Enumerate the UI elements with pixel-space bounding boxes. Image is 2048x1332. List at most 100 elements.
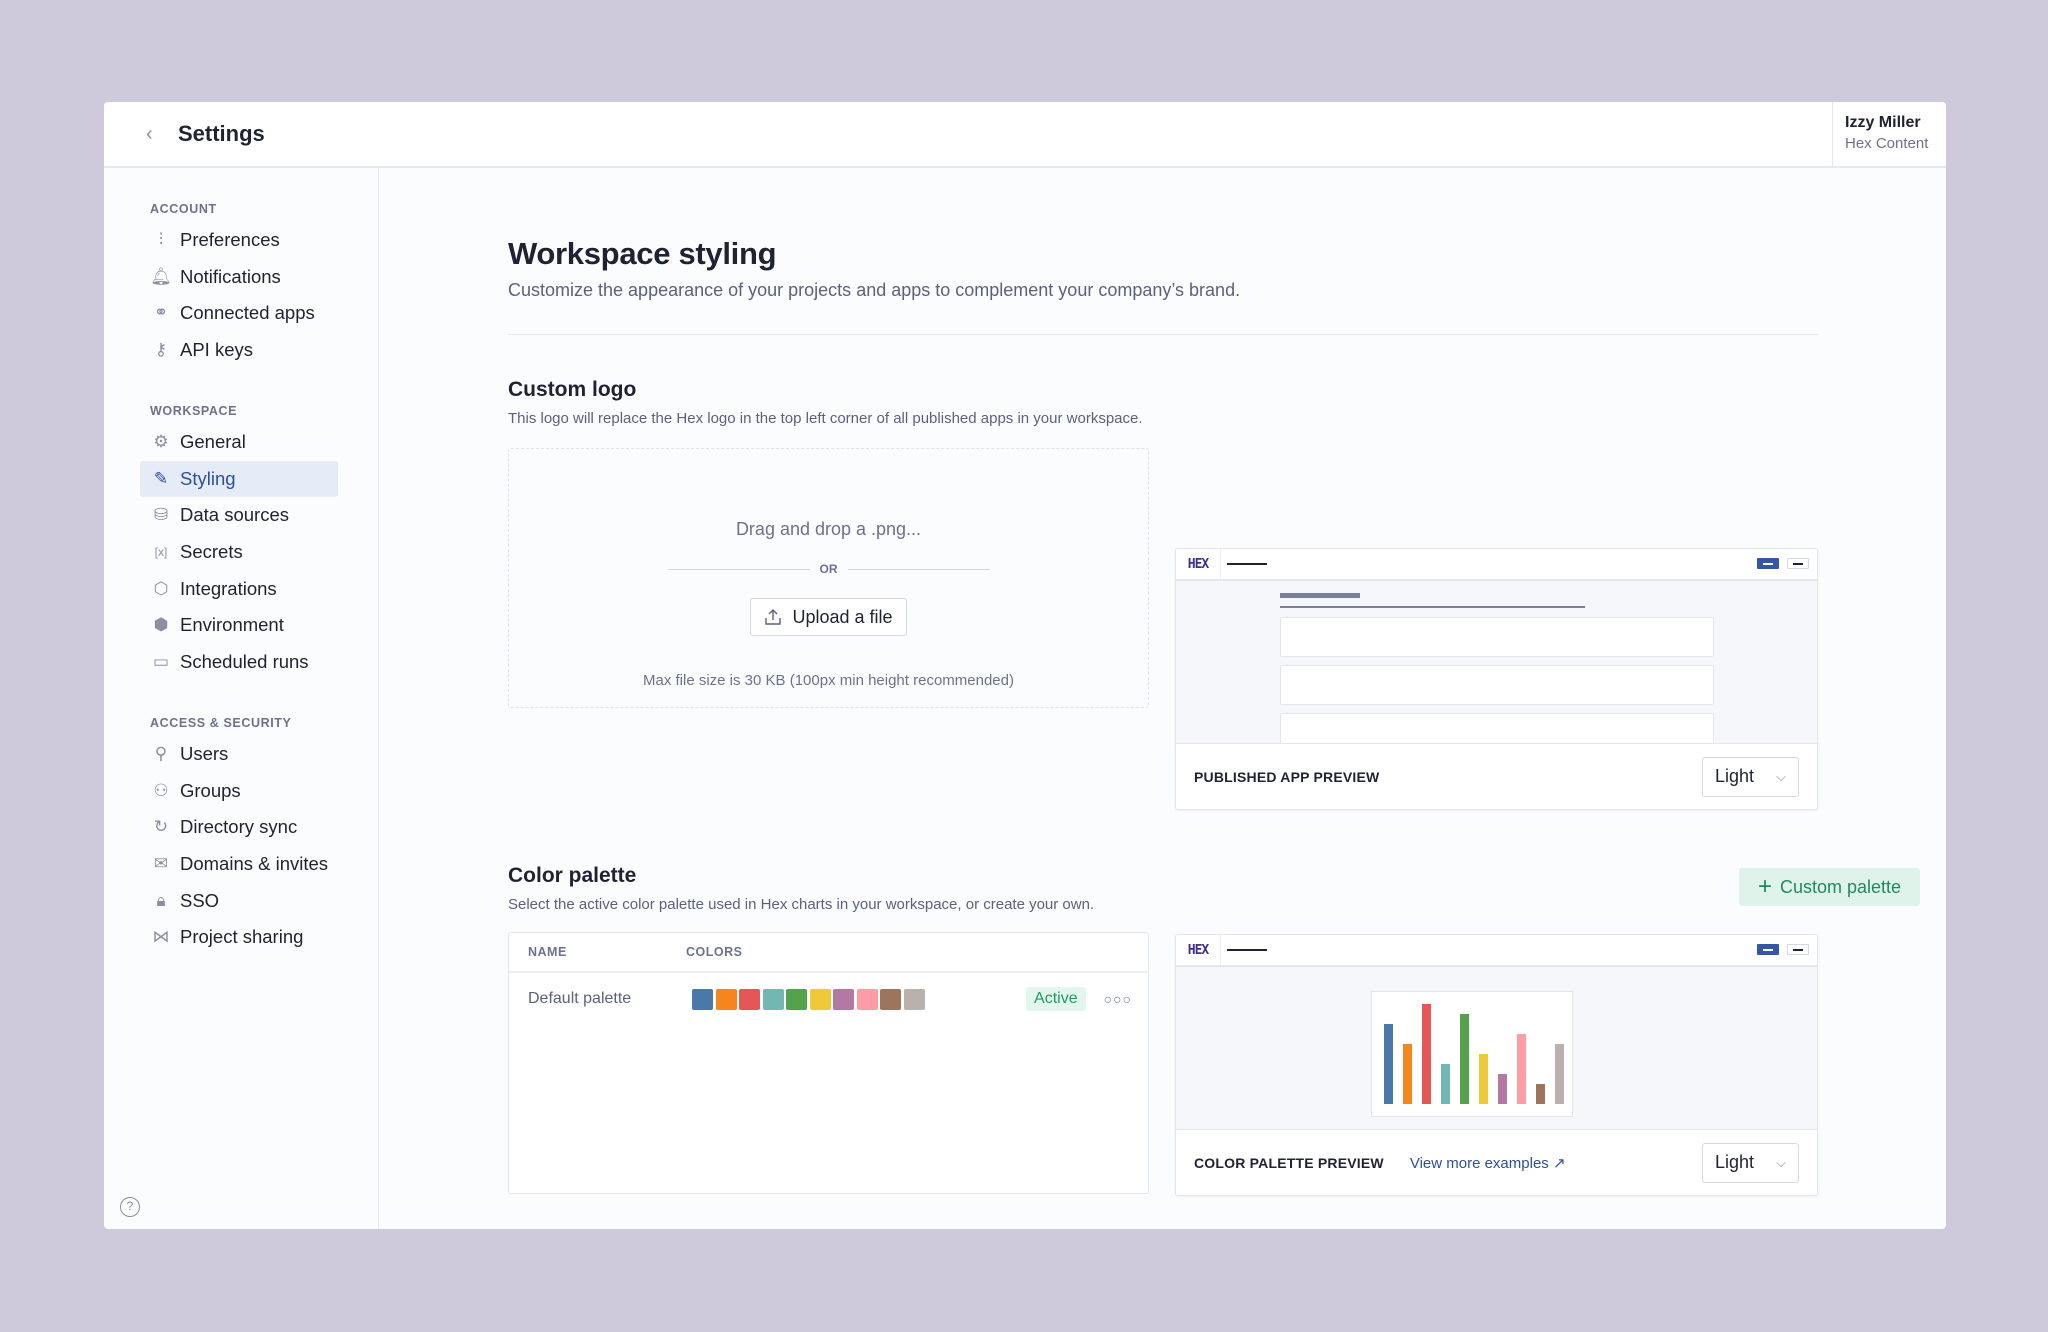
color-swatch xyxy=(809,988,831,1010)
header: ‹ Settings Izzy Miller Hex Content xyxy=(104,102,1946,168)
column-name: NAME xyxy=(528,945,567,959)
max-file-size: Max file size is 30 KB (100px min height… xyxy=(642,672,1014,689)
bar xyxy=(1536,1084,1545,1104)
sidebar-section-label: WORKSPACE xyxy=(150,404,238,418)
color-swatch xyxy=(692,988,713,1010)
palette-name: Default palette xyxy=(528,990,632,1007)
bar xyxy=(1422,1004,1431,1104)
sidebar: ACCOUNT ⫶ Preferences 🔔︎ Notifications ⚭ Conne… xyxy=(104,168,379,1229)
lock-icon: 🔒︎ xyxy=(156,890,166,910)
theme-value: Light xyxy=(1715,766,1755,786)
sidebar-item-data-sources[interactable]: ⛁ Data sources xyxy=(140,497,338,534)
palette-table: NAME COLORS Default palette Active ○○○ xyxy=(508,932,1149,1194)
color-palette-preview: HEX COLOR PALETTE PREVIEW View more exam… xyxy=(1175,934,1818,1196)
user-menu[interactable]: Izzy Miller Hex Content xyxy=(1832,102,1946,166)
key-icon: ⚷ xyxy=(154,340,168,360)
sidebar-item-sso[interactable]: 🔒︎ SSO xyxy=(140,882,338,919)
custom-palette-button[interactable]: + Custom palette xyxy=(1739,868,1920,906)
bar xyxy=(1460,1014,1469,1104)
sidebar-item-notifications[interactable]: 🔔︎ Notifications xyxy=(140,259,338,296)
sidebar-item-secrets[interactable]: [x] Secrets xyxy=(140,534,338,571)
sync-icon: ↻ xyxy=(153,817,169,837)
divider xyxy=(508,334,1818,335)
custom-logo-heading: Custom logo xyxy=(508,378,637,401)
bar xyxy=(1555,1044,1564,1104)
view-more-examples-link[interactable]: View more examples ↗ xyxy=(1410,1154,1566,1172)
sidebar-item-label: Users xyxy=(180,743,229,765)
sidebar-item-label: Secrets xyxy=(180,541,243,563)
sidebar-section: WORKSPACE ⚙ General ✎ Styling ⛁ Data sources [x… xyxy=(104,404,378,680)
sidebar-item-groups[interactable]: ⚇ Groups xyxy=(140,773,338,810)
variable-icon: [x] xyxy=(154,545,168,560)
status-badge: Active xyxy=(1026,987,1086,1011)
cube-icon: ⬢ xyxy=(153,615,169,635)
sidebar-item-domains-invites[interactable]: ✉ Domains & invites xyxy=(140,846,338,883)
help-icon[interactable]: ? xyxy=(120,1197,140,1217)
bell-icon: 🔔︎ xyxy=(150,266,172,286)
sidebar-item-api-keys[interactable]: ⚷ API keys xyxy=(140,332,338,369)
sidebar-item-users[interactable]: ⚲ Users xyxy=(140,736,338,773)
sidebar-item-label: Groups xyxy=(180,779,241,801)
sidebar-section-label: ACCOUNT xyxy=(150,202,217,216)
color-swatch xyxy=(856,988,878,1010)
user-name: Izzy Miller xyxy=(1845,114,1921,131)
color-swatch xyxy=(880,988,901,1010)
gear-icon: ⚙ xyxy=(153,432,169,452)
color-palette-heading: Color palette xyxy=(508,864,637,887)
sidebar-item-general[interactable]: ⚙ General xyxy=(140,424,338,461)
brush-icon: ✎ xyxy=(153,468,169,488)
plus-icon: + xyxy=(1757,873,1772,900)
published-app-preview: HEX PUBLISHED APP PREVIEW Light ⌵ xyxy=(1175,548,1818,810)
color-swatch xyxy=(762,988,784,1010)
theme-value: Light xyxy=(1715,1152,1755,1172)
bar xyxy=(1498,1074,1507,1104)
external-link-icon: ↗ xyxy=(1552,1154,1566,1172)
envelope-icon: ✉ xyxy=(153,854,169,874)
published-theme-select[interactable]: Light ⌵ xyxy=(1702,756,1799,797)
users-icon: ⚇ xyxy=(153,780,169,800)
sidebar-item-label: SSO xyxy=(180,889,220,911)
package-icon: ⬡ xyxy=(153,578,169,598)
sidebar-item-environment[interactable]: ⬢ Environment xyxy=(140,607,338,644)
palette-bar-chart xyxy=(1371,991,1573,1117)
org-name: Hex Content xyxy=(1845,135,1929,152)
sidebar-item-preferences[interactable]: ⫶ Preferences xyxy=(140,222,338,259)
settings-window: ‹ Settings Izzy Miller Hex Content ACCOU… xyxy=(104,102,1946,1229)
more-options-icon[interactable]: ○○○ xyxy=(1104,991,1132,1007)
color-swatch xyxy=(739,988,760,1010)
upload-file-button[interactable]: Upload a file xyxy=(750,598,907,636)
preview-button-secondary xyxy=(1787,944,1809,955)
palette-theme-select[interactable]: Light ⌵ xyxy=(1702,1142,1799,1183)
sidebar-item-integrations[interactable]: ⬡ Integrations xyxy=(140,570,338,607)
chevron-down-icon: ⌵ xyxy=(1776,1154,1786,1170)
logo-dropzone[interactable]: Drag and drop a .png... OR Upload a file… xyxy=(508,448,1149,708)
page-subtitle: Customize the appearance of your project… xyxy=(508,280,1241,300)
sidebar-item-label: Notifications xyxy=(180,265,281,287)
preview-button-primary xyxy=(1757,944,1779,955)
table-row[interactable]: Default palette Active ○○○ xyxy=(509,973,1148,1025)
column-colors: COLORS xyxy=(686,945,743,959)
sidebar-item-scheduled-runs[interactable]: ▭ Scheduled runs xyxy=(140,644,338,681)
sidebar-item-label: Environment xyxy=(180,614,284,636)
sidebar-item-label: Styling xyxy=(180,467,236,489)
sidebar-item-label: API keys xyxy=(180,339,253,361)
palette-preview-label: COLOR PALETTE PREVIEW xyxy=(1194,1154,1384,1171)
sidebar-item-label: Preferences xyxy=(180,229,280,251)
page-title: Workspace styling xyxy=(508,236,777,271)
calendar-icon: ▭ xyxy=(152,651,170,671)
sidebar-item-connected-apps[interactable]: ⚭ Connected apps xyxy=(140,295,338,332)
or-label: OR xyxy=(819,562,838,576)
sidebar-item-styling[interactable]: ✎ Styling xyxy=(140,460,338,498)
page-header-title: Settings xyxy=(178,121,265,146)
sidebar-item-project-sharing[interactable]: ⋈ Project sharing xyxy=(140,919,338,956)
sidebar-item-label: General xyxy=(180,431,246,453)
custom-logo-description: This logo will replace the Hex logo in t… xyxy=(508,410,1143,427)
upload-icon xyxy=(765,609,782,625)
sliders-icon: ⫶ xyxy=(158,230,164,250)
preview-button-primary xyxy=(1757,558,1779,569)
back-chevron-icon[interactable]: ‹ xyxy=(146,123,166,146)
user-icon: ⚲ xyxy=(154,744,168,764)
sidebar-item-directory-sync[interactable]: ↻ Directory sync xyxy=(140,809,338,846)
bar xyxy=(1403,1044,1412,1104)
sidebar-item-label: Project sharing xyxy=(180,926,304,948)
